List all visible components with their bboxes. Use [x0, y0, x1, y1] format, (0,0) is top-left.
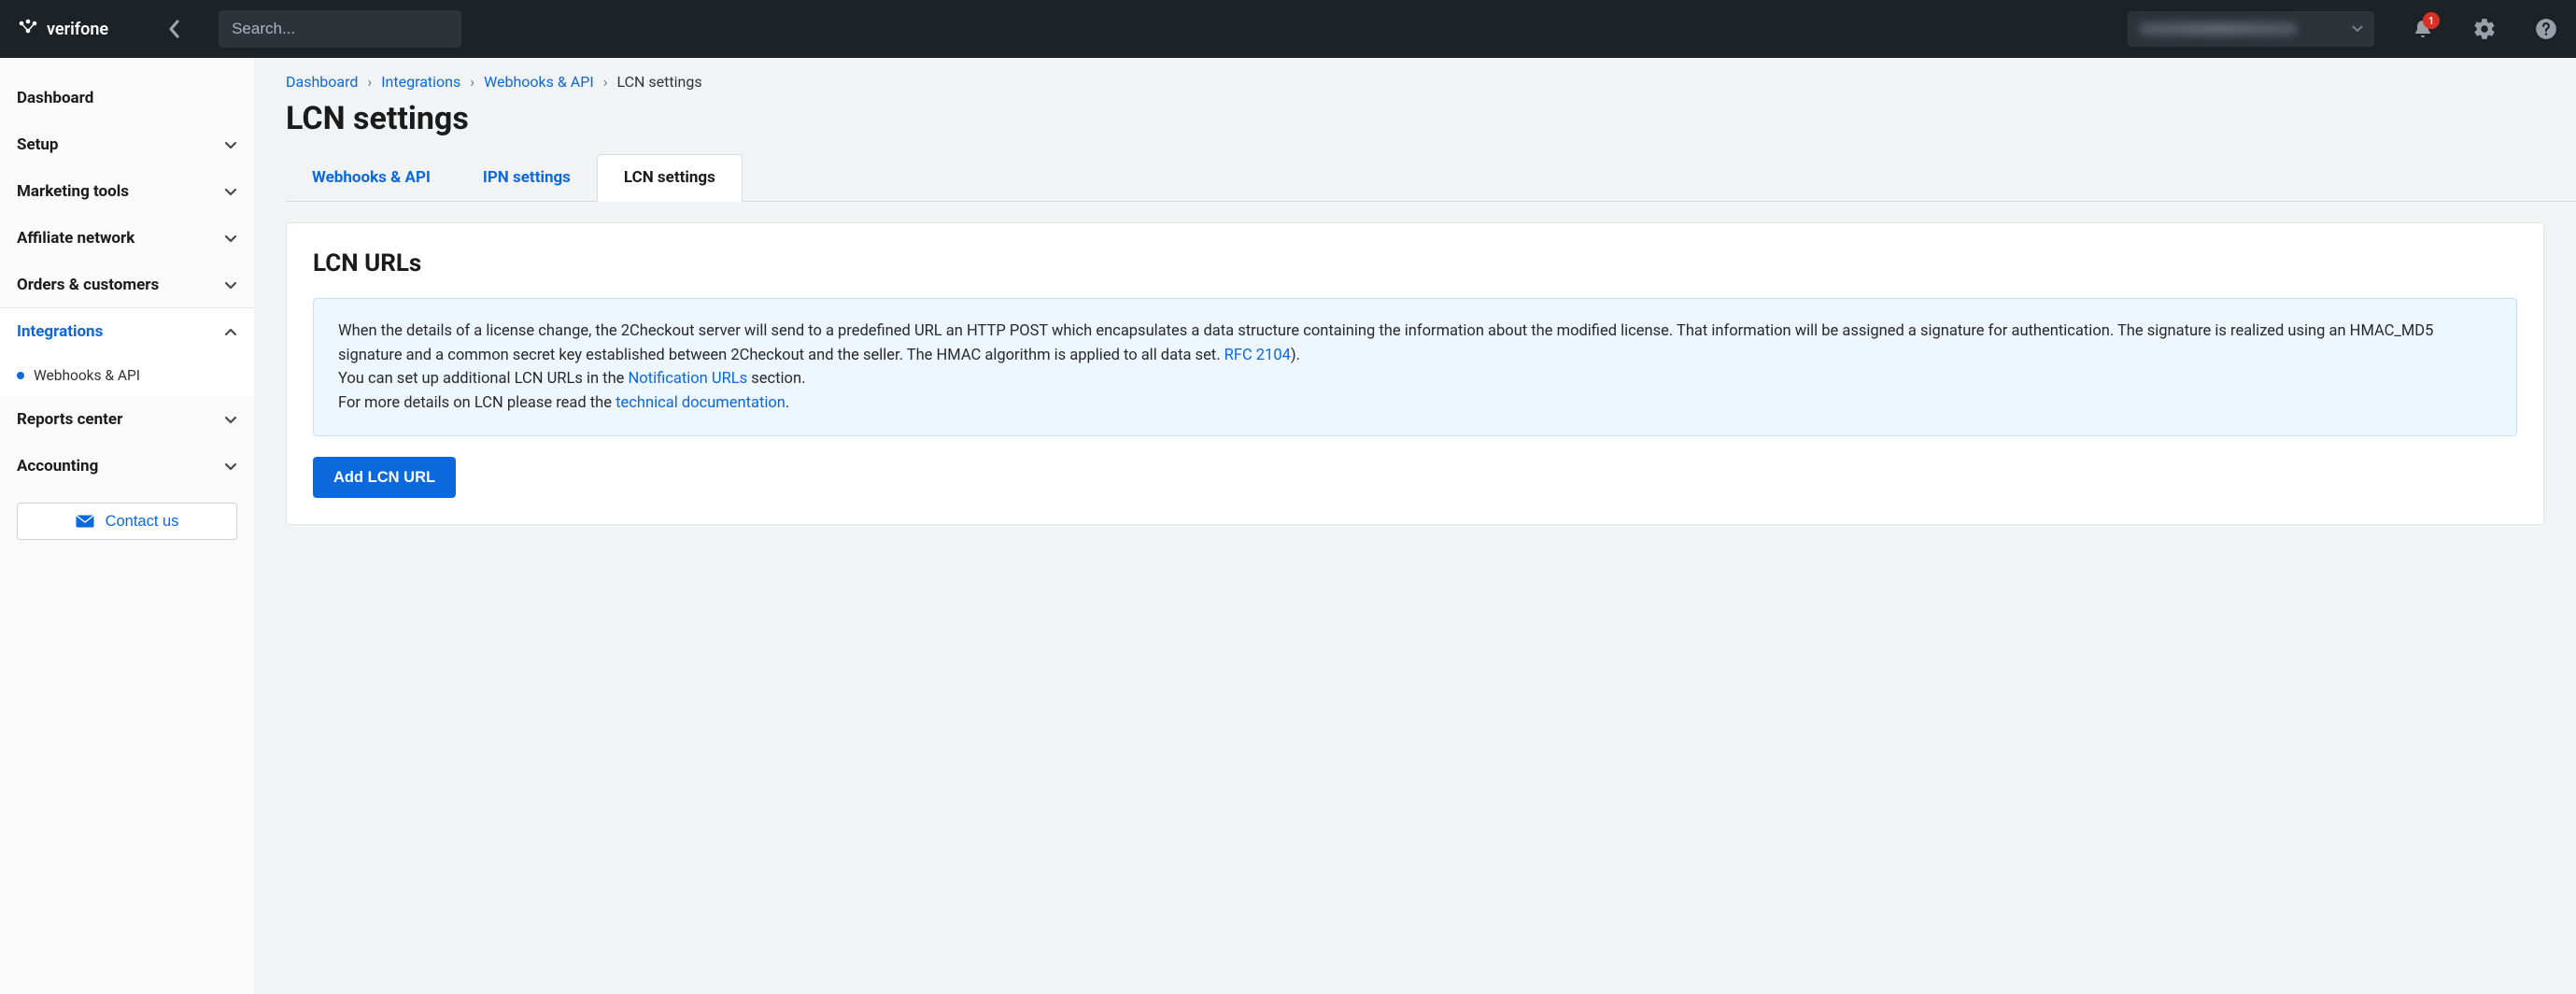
notifications-button[interactable]: 1	[2410, 16, 2436, 42]
active-dot-icon	[17, 372, 24, 379]
notification-urls-link[interactable]: Notification URLs	[629, 370, 748, 388]
chevron-down-icon	[224, 182, 237, 201]
info-box: When the details of a license change, th…	[313, 298, 2517, 436]
sidebar-item-marketing-tools[interactable]: Marketing tools	[0, 168, 254, 215]
info-line-1: When the details of a license change, th…	[338, 320, 2492, 367]
contact-box: Contact us	[17, 503, 237, 540]
search-icon	[447, 21, 448, 37]
sidebar-subitem-label: Webhooks & API	[34, 367, 140, 384]
sidebar-item-label: Accounting	[17, 457, 98, 476]
crumb-integrations[interactable]: Integrations	[381, 73, 460, 91]
crumb-current: LCN settings	[617, 73, 702, 91]
chevron-left-icon	[167, 19, 180, 39]
chevron-down-icon	[224, 276, 237, 294]
crumb-webhooks-api[interactable]: Webhooks & API	[484, 73, 594, 91]
main: Dashboard › Integrations › Webhooks & AP…	[254, 58, 2576, 994]
sidebar-item-label: Setup	[17, 135, 58, 154]
notification-badge: 1	[2423, 12, 2440, 29]
search-input[interactable]	[232, 20, 438, 38]
search-box[interactable]	[219, 10, 461, 48]
help-button[interactable]	[2533, 16, 2559, 42]
brand-logo[interactable]: verifone	[17, 18, 108, 40]
chevron-down-icon	[2352, 25, 2363, 33]
tab-ipn-settings[interactable]: IPN settings	[457, 155, 597, 201]
sidebar-collapse-button[interactable]	[161, 16, 187, 42]
info-text: ).	[1291, 347, 1300, 364]
account-selector[interactable]	[2128, 11, 2374, 47]
page-title: LCN settings	[286, 100, 2576, 137]
sidebar-item-orders-customers[interactable]: Orders & customers	[0, 262, 254, 308]
account-name-redacted	[2139, 22, 2298, 36]
card-title: LCN URLs	[313, 249, 2517, 277]
crumb-dashboard[interactable]: Dashboard	[286, 73, 358, 91]
sidebar-item-reports-center[interactable]: Reports center	[0, 396, 254, 443]
info-text: For more details on LCN please read the	[338, 394, 616, 412]
info-text: When the details of a license change, th…	[338, 322, 2433, 364]
chevron-right-icon: ›	[603, 73, 608, 91]
technical-documentation-link[interactable]: technical documentation	[616, 394, 786, 412]
sidebar-item-dashboard[interactable]: Dashboard	[0, 75, 254, 121]
chevron-down-icon	[224, 410, 237, 429]
sidebar-item-setup[interactable]: Setup	[0, 121, 254, 168]
chevron-down-icon	[224, 457, 237, 476]
add-lcn-url-button[interactable]: Add LCN URL	[313, 457, 456, 498]
topbar: verifone 1	[0, 0, 2576, 58]
settings-button[interactable]	[2471, 16, 2498, 42]
brand-mark-icon	[17, 18, 39, 40]
help-icon	[2534, 17, 2558, 41]
info-text: .	[786, 394, 789, 412]
envelope-icon	[76, 515, 94, 528]
info-line-3: For more details on LCN please read the …	[338, 391, 2492, 416]
rfc-2104-link[interactable]: RFC 2104	[1224, 347, 1291, 364]
tab-webhooks-api[interactable]: Webhooks & API	[286, 155, 457, 201]
lcn-urls-card: LCN URLs When the details of a license c…	[286, 222, 2544, 525]
layout: Dashboard Setup Marketing tools Affiliat…	[0, 58, 2576, 994]
info-text: section.	[747, 370, 805, 388]
sidebar-item-label: Reports center	[17, 410, 122, 429]
chevron-down-icon	[224, 135, 237, 154]
sidebar-subitem-webhooks-api[interactable]: Webhooks & API	[0, 355, 254, 396]
tabs: Webhooks & API IPN settings LCN settings	[286, 154, 2576, 202]
sidebar-item-accounting[interactable]: Accounting	[0, 443, 254, 490]
chevron-down-icon	[224, 229, 237, 248]
contact-us-button[interactable]: Contact us	[17, 503, 237, 540]
info-line-2: You can set up additional LCN URLs in th…	[338, 367, 2492, 391]
sidebar-item-label: Affiliate network	[17, 229, 134, 248]
tab-lcn-settings[interactable]: LCN settings	[597, 154, 743, 202]
sidebar-item-label: Orders & customers	[17, 276, 159, 294]
info-text: You can set up additional LCN URLs in th…	[338, 370, 629, 388]
chevron-right-icon: ›	[470, 73, 474, 91]
sidebar-item-integrations[interactable]: Integrations	[0, 308, 254, 355]
brand-name: verifone	[47, 20, 108, 39]
breadcrumbs: Dashboard › Integrations › Webhooks & AP…	[286, 73, 2576, 91]
gear-icon	[2472, 17, 2497, 41]
sidebar-item-affiliate-network[interactable]: Affiliate network	[0, 215, 254, 262]
contact-label: Contact us	[106, 513, 179, 531]
sidebar: Dashboard Setup Marketing tools Affiliat…	[0, 58, 254, 994]
sidebar-item-label: Marketing tools	[17, 182, 129, 201]
sidebar-item-label: Integrations	[17, 322, 103, 341]
sidebar-item-label: Dashboard	[17, 89, 93, 107]
chevron-right-icon: ›	[367, 73, 372, 91]
chevron-up-icon	[224, 322, 237, 341]
